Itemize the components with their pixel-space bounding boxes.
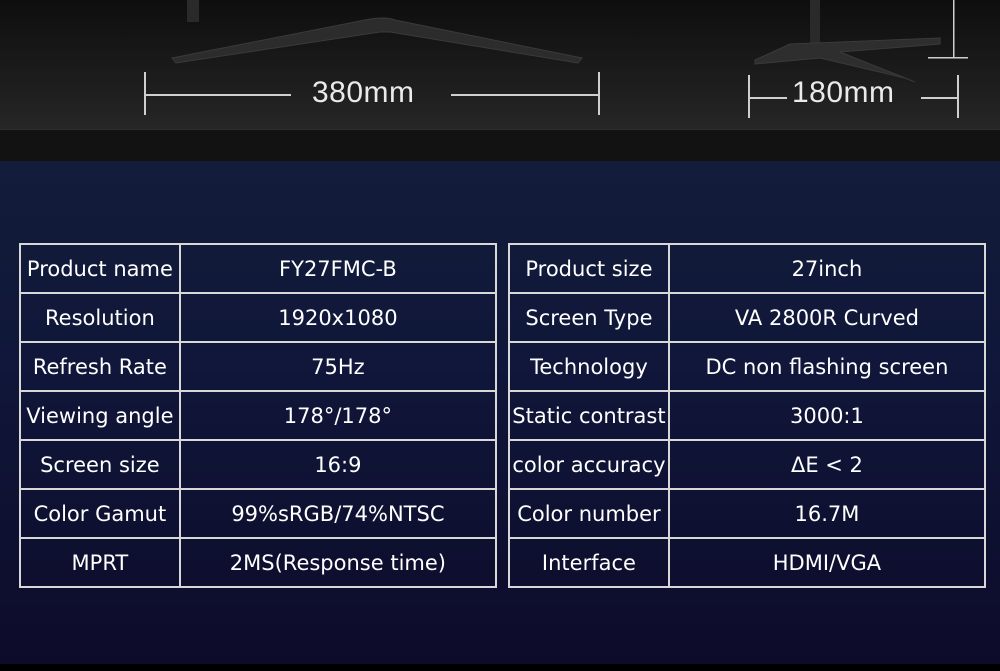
spec-row: Interface HDMI/VGA xyxy=(508,537,987,588)
spec-value: HDMI/VGA xyxy=(667,537,987,588)
spec-label: Color Gamut xyxy=(19,488,181,539)
spec-label: Screen Type xyxy=(508,292,670,343)
spec-label: Viewing angle xyxy=(19,390,181,441)
spec-row: Viewing angle 178°/178° xyxy=(19,390,498,441)
divider-ledge xyxy=(0,129,1000,162)
spec-value: 1920x1080 xyxy=(178,292,498,343)
spec-row: color accuracy ΔE < 2 xyxy=(508,439,987,490)
spec-row: Color number 16.7M xyxy=(508,488,987,539)
spec-value: ΔE < 2 xyxy=(667,439,987,490)
spec-row: Product name FY27FMC-B xyxy=(19,243,498,294)
spec-label: Resolution xyxy=(19,292,181,343)
spec-value: 75Hz xyxy=(178,341,498,392)
spec-label: Screen size xyxy=(19,439,181,490)
spec-row: Refresh Rate 75Hz xyxy=(19,341,498,392)
spec-label: MPRT xyxy=(19,537,181,588)
spec-value: 3000:1 xyxy=(667,390,987,441)
spec-row: Screen Type VA 2800R Curved xyxy=(508,292,987,343)
spec-label: Refresh Rate xyxy=(19,341,181,392)
depth-dimension-label: 180mm xyxy=(792,76,895,109)
depth-dimension-line-right xyxy=(921,97,958,99)
depth-dimension-tick-right xyxy=(957,75,959,118)
spec-value: 16:9 xyxy=(178,439,498,490)
spec-row: Technology DC non flashing screen xyxy=(508,341,987,392)
spec-row: Screen size 16:9 xyxy=(19,439,498,490)
spec-label: Interface xyxy=(508,537,670,588)
spec-row: Product size 27inch xyxy=(508,243,987,294)
spec-value: DC non flashing screen xyxy=(667,341,987,392)
spec-row: Resolution 1920x1080 xyxy=(19,292,498,343)
depth-dimension-line-left xyxy=(749,97,787,99)
spec-value: 16.7M xyxy=(667,488,987,539)
spec-value: 99%sRGB/74%NTSC xyxy=(178,488,498,539)
spec-label: color accuracy xyxy=(508,439,670,490)
spec-label: Technology xyxy=(508,341,670,392)
spec-value: VA 2800R Curved xyxy=(667,292,987,343)
spec-label: Product size xyxy=(508,243,670,294)
spec-value: 178°/178° xyxy=(178,390,498,441)
bottom-edge xyxy=(0,664,1000,671)
stand-dimensions-panel: 380mm 180mm xyxy=(0,0,1000,129)
spec-row: MPRT 2MS(Response time) xyxy=(19,537,498,588)
spec-row: Color Gamut 99%sRGB/74%NTSC xyxy=(19,488,498,539)
width-dimension-tick-right xyxy=(598,72,600,115)
spec-value: FY27FMC-B xyxy=(178,243,498,294)
spec-row: Static contrast 3000:1 xyxy=(508,390,987,441)
spec-label: Product name xyxy=(19,243,181,294)
spec-label: Static contrast xyxy=(508,390,670,441)
width-dimension-line-right xyxy=(451,94,599,96)
spec-value: 2MS(Response time) xyxy=(178,537,498,588)
spec-label: Color number xyxy=(508,488,670,539)
width-dimension-line-left xyxy=(145,94,291,96)
spec-table-left: Product name FY27FMC-B Resolution 1920x1080… xyxy=(19,243,498,588)
width-dimension-label: 380mm xyxy=(312,76,415,109)
spec-table-right: Product size 27inch Screen Type VA 2800R Cu… xyxy=(508,243,987,588)
spec-value: 27inch xyxy=(667,243,987,294)
